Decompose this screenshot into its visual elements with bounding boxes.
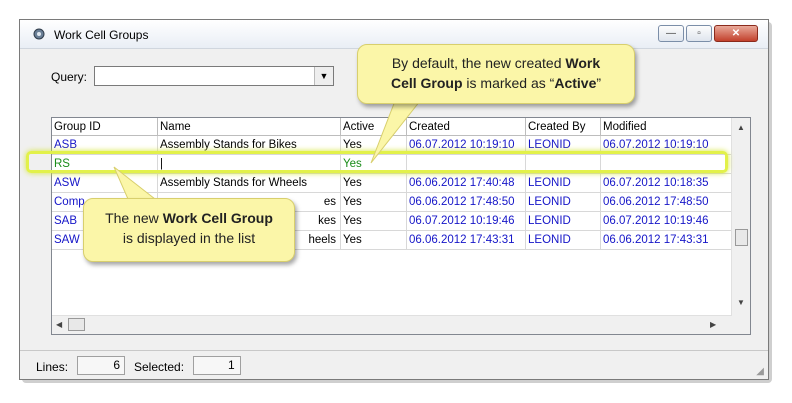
- selected-label: Selected:: [134, 360, 185, 374]
- query-label: Query:: [51, 70, 88, 84]
- callout-text: ”: [596, 75, 602, 91]
- status-bar: Lines: 6 Selected: 1 ◢: [20, 350, 768, 380]
- cell-name[interactable]: Assembly Stands for Wheels: [158, 174, 341, 193]
- table-row[interactable]: ASW Assembly Stands for Wheels Yes 06.06…: [52, 174, 732, 193]
- resize-grip-icon[interactable]: ◢: [756, 366, 764, 377]
- selected-count: 1: [193, 356, 241, 375]
- horizontal-scroll-thumb[interactable]: [68, 318, 85, 331]
- cell-created[interactable]: 06.06.2012 17:43:31: [407, 231, 526, 250]
- callout-default-active: By default, the new created Work Cell Gr…: [357, 44, 635, 104]
- callout-text-bold: Work Cell Group: [162, 210, 273, 226]
- column-header-created-by[interactable]: Created By: [526, 118, 601, 136]
- column-header-active[interactable]: Active: [341, 118, 407, 136]
- minimize-button[interactable]: —: [658, 25, 684, 42]
- cell-active[interactable]: Yes: [341, 174, 407, 193]
- close-button[interactable]: ✕: [714, 25, 758, 42]
- lines-count: 6: [77, 356, 125, 375]
- column-header-modified[interactable]: Modified: [601, 118, 732, 136]
- callout-text: By default, the new created: [391, 55, 566, 71]
- maximize-button[interactable]: ▫: [686, 25, 712, 42]
- cell-active[interactable]: Yes: [341, 231, 407, 250]
- vertical-scrollbar[interactable]: ▲ ▼: [731, 118, 750, 334]
- scroll-left-arrow-icon[interactable]: ◀: [56, 320, 62, 329]
- app-gear-icon: [33, 28, 45, 40]
- cell-modified[interactable]: 06.06.2012 17:43:31: [601, 231, 732, 250]
- cell-created[interactable]: 06.07.2012 10:19:46: [407, 212, 526, 231]
- scroll-down-arrow-icon[interactable]: ▼: [737, 298, 745, 307]
- vertical-scroll-thumb[interactable]: [735, 229, 748, 246]
- cell-created-by[interactable]: LEONID: [526, 174, 601, 193]
- cell-modified[interactable]: 06.06.2012 17:48:50: [601, 193, 732, 212]
- column-header-group-id[interactable]: Group ID: [52, 118, 158, 136]
- horizontal-scrollbar[interactable]: ◀ ▶: [52, 315, 732, 334]
- lines-label: Lines:: [36, 360, 69, 374]
- cell-modified[interactable]: 06.07.2012 10:19:46: [601, 212, 732, 231]
- query-dropdown[interactable]: ▼: [94, 66, 334, 86]
- cell-created-by[interactable]: LEONID: [526, 212, 601, 231]
- callout-text-bold: Cell Group: [390, 75, 463, 91]
- callout-new-group-displayed: The new Work Cell Group is displayed in …: [83, 198, 295, 262]
- scroll-up-arrow-icon[interactable]: ▲: [737, 123, 745, 132]
- cell-created-by[interactable]: LEONID: [526, 193, 601, 212]
- column-header-name[interactable]: Name: [158, 118, 341, 136]
- callout-text: is displayed in the list: [122, 230, 256, 246]
- cell-created-by[interactable]: LEONID: [526, 231, 601, 250]
- cell-group-id[interactable]: ASW: [52, 174, 158, 193]
- window-title: Work Cell Groups: [54, 28, 149, 42]
- table-header: Group ID Name Active Created Created By …: [52, 118, 732, 136]
- cell-modified[interactable]: 06.07.2012 10:18:35: [601, 174, 732, 193]
- cell-created[interactable]: 06.06.2012 17:40:48: [407, 174, 526, 193]
- column-header-created[interactable]: Created: [407, 118, 526, 136]
- callout-text: The new: [105, 210, 163, 226]
- new-row-highlight: [26, 151, 728, 173]
- cell-active[interactable]: Yes: [341, 212, 407, 231]
- scroll-right-arrow-icon[interactable]: ▶: [710, 320, 716, 329]
- callout-text: is marked as “: [462, 75, 555, 91]
- chevron-down-icon[interactable]: ▼: [314, 67, 333, 85]
- cell-active[interactable]: Yes: [341, 193, 407, 212]
- cell-created[interactable]: 06.06.2012 17:48:50: [407, 193, 526, 212]
- callout-text-bold: Work: [565, 55, 601, 71]
- callout-text-bold: Active: [554, 75, 597, 91]
